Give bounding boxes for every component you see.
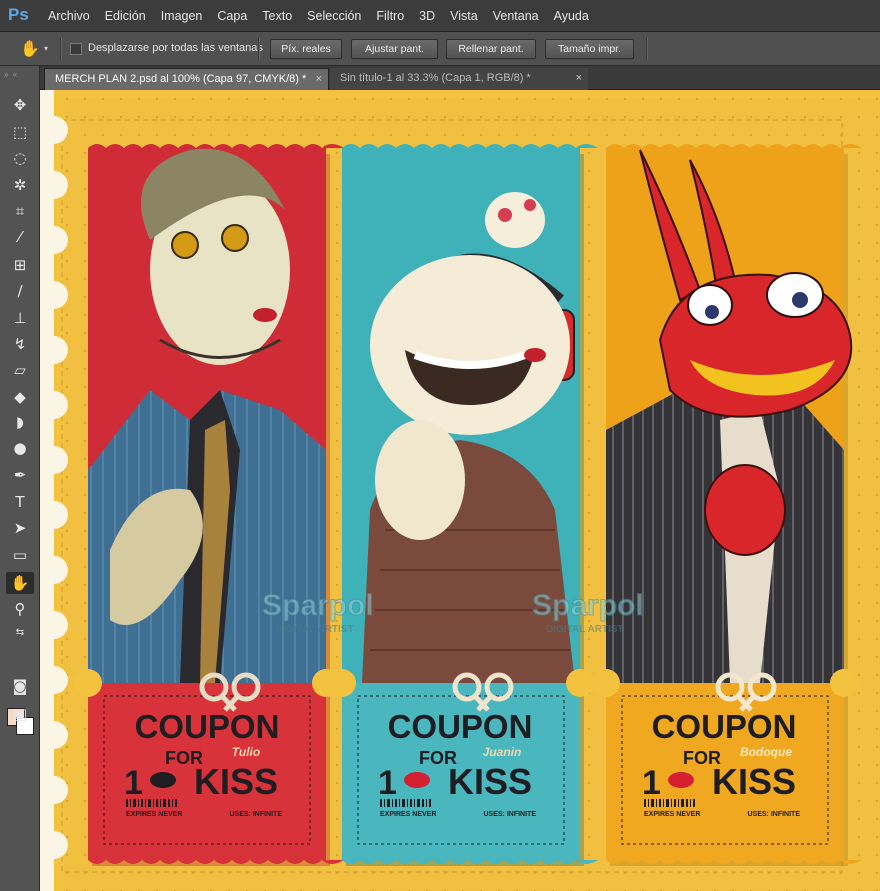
close-icon[interactable]: × xyxy=(316,69,322,89)
coupon-name: Tulio xyxy=(232,745,260,759)
blur-icon[interactable]: ◗ xyxy=(6,411,34,433)
screen-mode-icon[interactable]: ▣ xyxy=(6,703,34,725)
coupon-uses: USES: INFINITE xyxy=(229,811,282,818)
tab-sin-titulo[interactable]: Sin título-1 al 33.3% (Capa 1, RGB/8) * … xyxy=(330,68,588,90)
close-icon[interactable]: × xyxy=(576,68,582,88)
coupon-count: 1 xyxy=(642,764,661,802)
hand-icon[interactable]: ✋ xyxy=(20,39,44,59)
options-bar: ✋ ▾ Desplazarse por todas las ventanas P… xyxy=(0,32,880,66)
scroll-all-windows-checkbox[interactable] xyxy=(70,43,82,55)
coupon-juanin xyxy=(328,144,598,866)
swap-colors-icon[interactable]: ⇆ xyxy=(6,622,34,644)
panel-grip[interactable]: » « xyxy=(4,70,34,79)
menu-capa[interactable]: Capa xyxy=(217,9,247,23)
coupon-kiss: KISS xyxy=(712,761,796,802)
zoom-icon[interactable]: ⚲ xyxy=(6,598,34,620)
coupon-bodoque xyxy=(592,144,862,866)
menu-ayuda[interactable]: Ayuda xyxy=(554,9,589,23)
eraser-icon[interactable]: ▱ xyxy=(6,359,34,381)
coupon-headline: COUPON xyxy=(388,708,533,745)
watermark-name: Sparpol xyxy=(532,589,644,622)
actual-pixels-button[interactable]: Píx. reales xyxy=(270,39,342,59)
stamp-icon[interactable]: ⊥ xyxy=(6,307,34,329)
path-select-icon[interactable]: ➤ xyxy=(6,517,34,539)
healing-icon[interactable]: ⊞ xyxy=(6,254,34,276)
marquee-icon[interactable]: ⬚ xyxy=(6,121,34,143)
pen-icon[interactable]: ✒ xyxy=(6,464,34,486)
menu-3d[interactable]: 3D xyxy=(419,9,435,23)
watermark-sub: DIGITAL ARTIST xyxy=(276,624,354,635)
brush-icon[interactable]: ∕ xyxy=(6,280,34,302)
lips-icon xyxy=(404,772,430,788)
eyedropper-icon[interactable]: ⁄ xyxy=(6,226,34,248)
watermark-sub: DIGITAL ARTIST xyxy=(546,624,624,635)
dodge-icon[interactable]: ● xyxy=(6,437,34,459)
quick-mask-icon[interactable]: ◙ xyxy=(6,675,34,697)
options-divider xyxy=(258,38,260,60)
hand-icon[interactable]: ✋ xyxy=(6,572,34,594)
print-size-button[interactable]: Tamaño impr. xyxy=(545,39,634,59)
fit-screen-button[interactable]: Ajustar pant. xyxy=(351,39,438,59)
lasso-icon[interactable]: ◌ xyxy=(6,147,34,169)
tools-panel: » « ✥ ⬚ ◌ ✲ ⌗ ⁄ ⊞ ∕ ⊥ ↯ ▱ ◆ ◗ ● ✒ T ➤ ▭ … xyxy=(0,66,40,891)
coupon-count: 1 xyxy=(378,764,397,802)
menu-items: Archivo Edición Imagen Capa Texto Selecc… xyxy=(48,9,604,23)
menu-imagen[interactable]: Imagen xyxy=(161,9,203,23)
paint-bucket-icon[interactable]: ◆ xyxy=(6,386,34,408)
coupon-expires: EXPIRES NEVER xyxy=(380,811,436,818)
shape-icon[interactable]: ▭ xyxy=(6,544,34,566)
menu-archivo[interactable]: Archivo xyxy=(48,9,90,23)
coupon-uses: USES: INFINITE xyxy=(483,811,536,818)
menu-ventana[interactable]: Ventana xyxy=(493,9,539,23)
coupon-expires: EXPIRES NEVER xyxy=(644,811,700,818)
document-tabs: MERCH PLAN 2.psd al 100% (Capa 97, CMYK/… xyxy=(40,66,880,90)
menu-texto[interactable]: Texto xyxy=(262,9,292,23)
menu-filtro[interactable]: Filtro xyxy=(376,9,404,23)
coupon-uses: USES: INFINITE xyxy=(747,811,800,818)
coupon-headline: COUPON xyxy=(135,708,280,745)
coupon-headline: COUPON xyxy=(652,708,797,745)
coupon-kiss: KISS xyxy=(194,761,278,802)
menu-edicion[interactable]: Edición xyxy=(105,9,146,23)
history-brush-icon[interactable]: ↯ xyxy=(6,333,34,355)
lips-icon xyxy=(668,772,694,788)
coupon-count: 1 xyxy=(124,764,143,802)
crop-icon[interactable]: ⌗ xyxy=(6,200,34,222)
coupon-expires: EXPIRES NEVER xyxy=(126,811,182,818)
tool-preset-arrow-icon[interactable]: ▾ xyxy=(44,44,48,53)
fill-screen-button[interactable]: Rellenar pant. xyxy=(446,39,536,59)
tab-merch-plan[interactable]: MERCH PLAN 2.psd al 100% (Capa 97, CMYK/… xyxy=(44,68,329,90)
menu-seleccion[interactable]: Selección xyxy=(307,9,361,23)
magic-wand-icon[interactable]: ✲ xyxy=(6,174,34,196)
options-divider xyxy=(60,38,62,60)
lips-icon xyxy=(150,772,176,788)
scroll-all-windows-label: Desplazarse por todas las ventanas xyxy=(88,42,263,54)
watermark-name: Sparpol xyxy=(262,589,374,622)
document-canvas[interactable]: COUPON FOR Tulio 1 KISS EXPIRES NEVER US… xyxy=(40,90,880,891)
move-icon[interactable]: ✥ xyxy=(6,94,34,116)
coupon-name: Juanin xyxy=(483,745,522,759)
options-divider xyxy=(646,38,648,60)
artwork: COUPON FOR Tulio 1 KISS EXPIRES NEVER US… xyxy=(40,90,880,891)
tab-title: Sin título-1 al 33.3% (Capa 1, RGB/8) * xyxy=(340,72,531,84)
coupon-tulio xyxy=(74,144,344,866)
app-logo: Ps xyxy=(8,5,29,24)
tab-title: MERCH PLAN 2.psd al 100% (Capa 97, CMYK/… xyxy=(55,73,307,85)
type-icon[interactable]: T xyxy=(6,491,34,513)
coupon-kiss: KISS xyxy=(448,761,532,802)
coupon-name: Bodoque xyxy=(740,745,792,759)
menu-bar: Ps Archivo Edición Imagen Capa Texto Sel… xyxy=(0,0,880,32)
menu-vista[interactable]: Vista xyxy=(450,9,478,23)
